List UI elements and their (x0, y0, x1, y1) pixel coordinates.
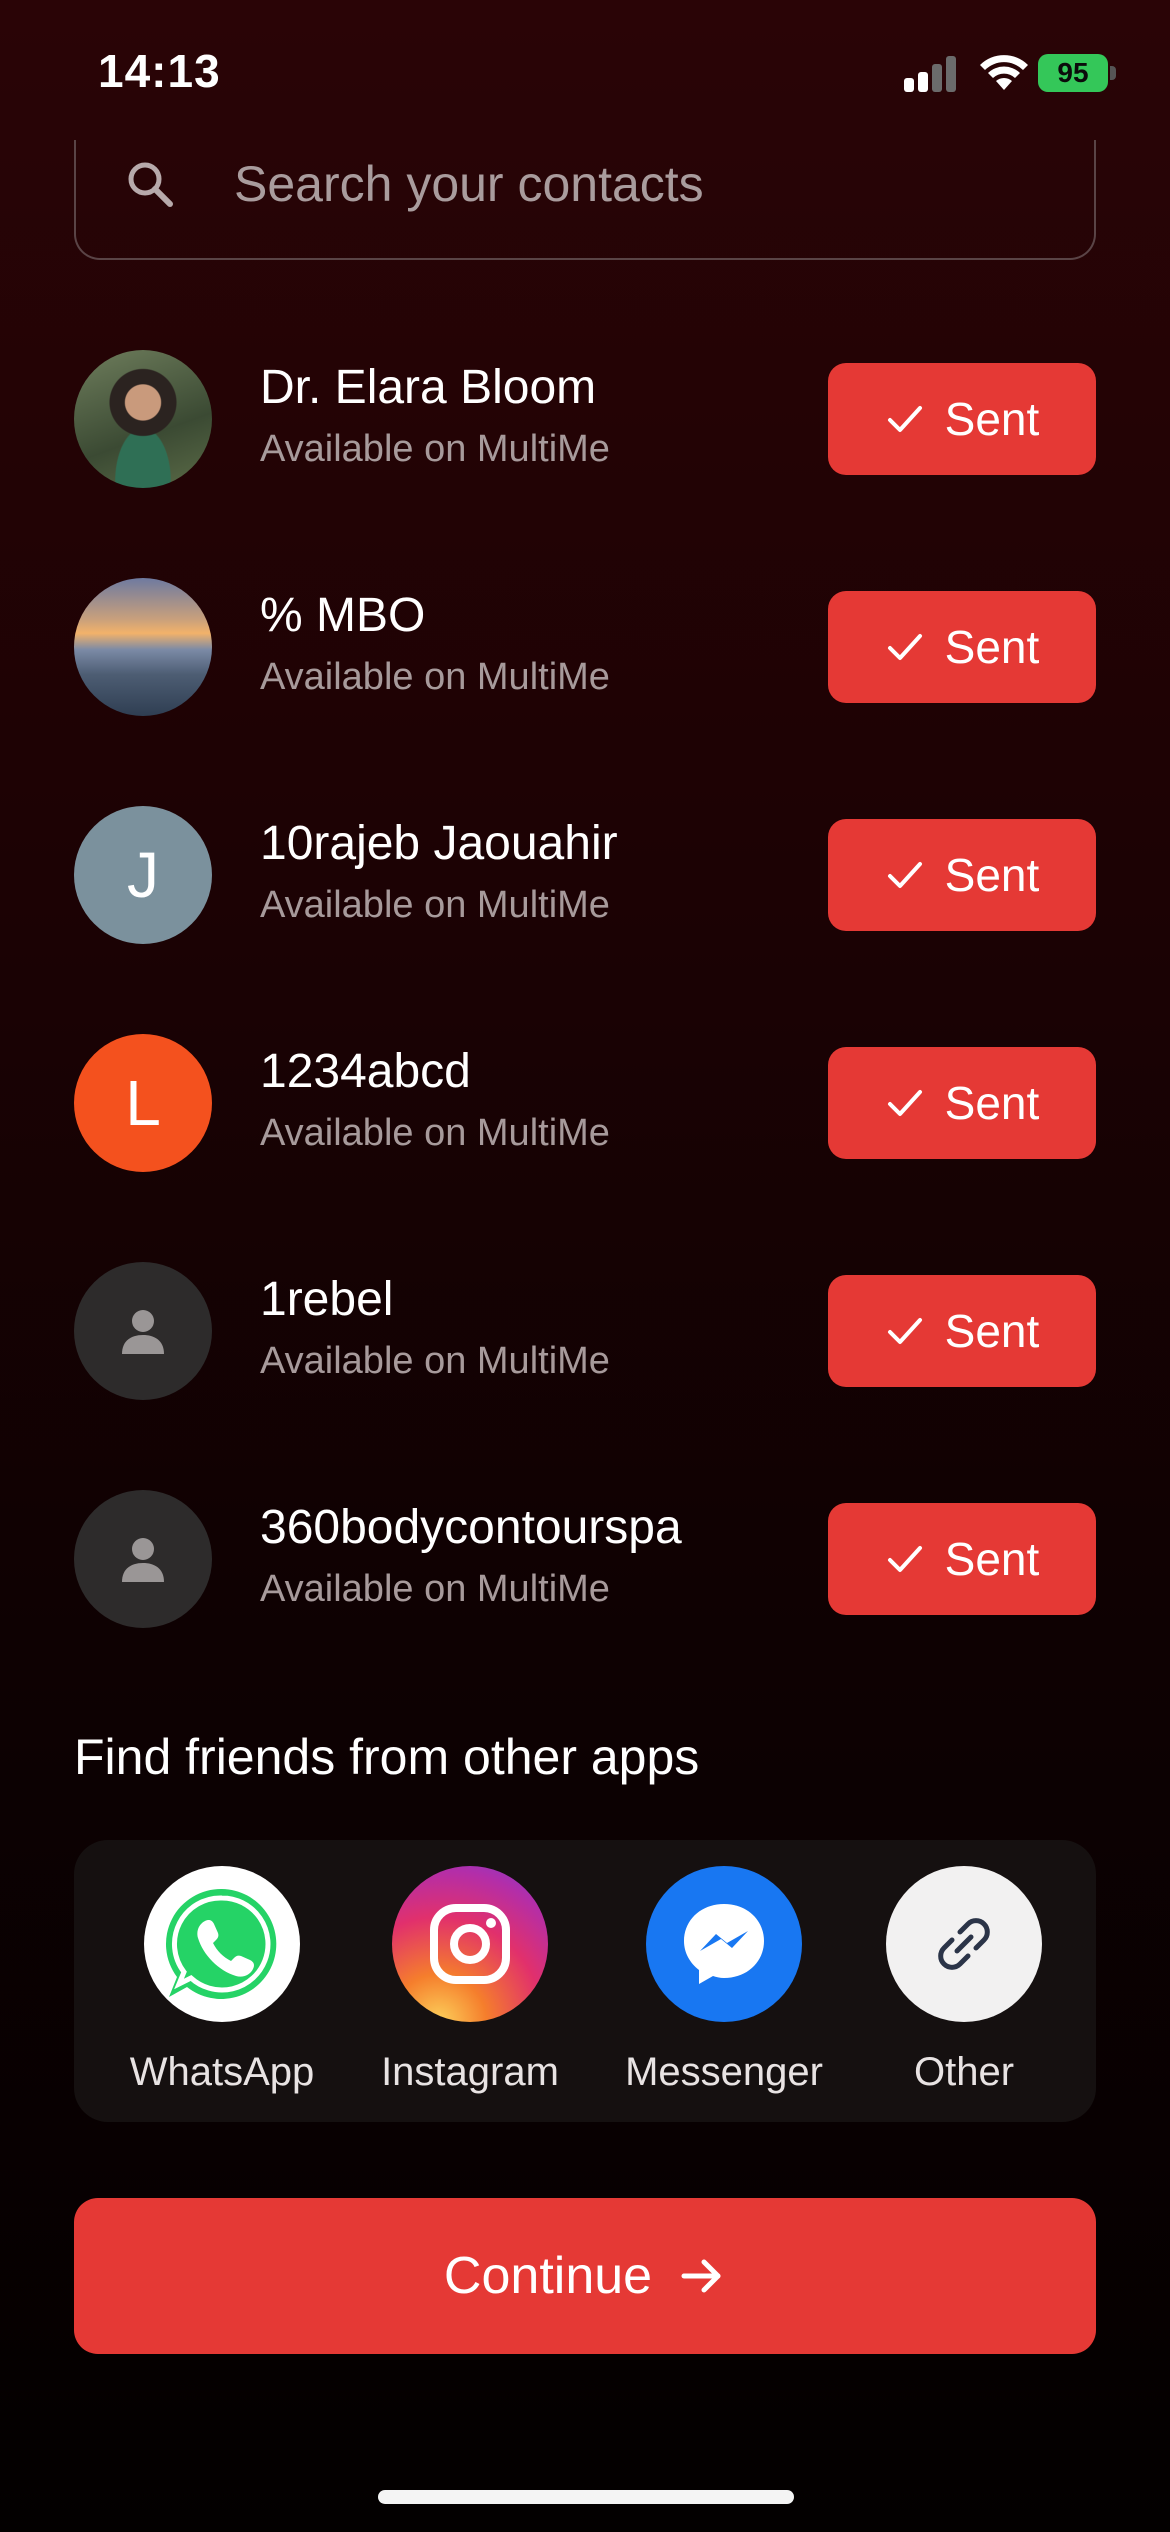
checkmark-icon (887, 862, 922, 888)
avatar-placeholder (74, 1262, 212, 1400)
contact-row: % MBO Available on MultiMe Sent (0, 578, 1170, 806)
battery-level: 95 (1057, 57, 1089, 88)
contact-availability: Available on MultiMe (260, 656, 610, 698)
sent-button[interactable]: Sent (828, 819, 1096, 931)
contact-availability: Available on MultiMe (260, 1112, 610, 1154)
contact-row: J 10rajeb Jaouahir Available on MultiMe … (0, 806, 1170, 1034)
battery-icon: 95 (1038, 54, 1108, 92)
sent-button[interactable]: Sent (828, 591, 1096, 703)
app-label: Other (913, 2050, 1015, 2094)
app-whatsapp[interactable]: WhatsApp (112, 1866, 332, 2095)
find-friends-title: Find friends from other apps (74, 1729, 700, 1785)
contact-name: Dr. Elara Bloom (260, 361, 597, 414)
messenger-icon (646, 1866, 802, 2022)
search-icon (128, 162, 173, 207)
contact-availability: Available on MultiMe (260, 1340, 610, 1382)
avatar-initial: L (74, 1034, 212, 1172)
cellular-signal-icon (904, 56, 960, 92)
sent-label: Sent (944, 1305, 1040, 1357)
instagram-icon (392, 1866, 548, 2022)
contact-availability: Available on MultiMe (260, 884, 610, 926)
sent-button[interactable]: Sent (828, 1503, 1096, 1615)
contact-name: 360bodycontourspa (260, 1501, 682, 1554)
sent-button[interactable]: Sent (828, 1275, 1096, 1387)
checkmark-icon (887, 1546, 922, 1572)
sent-label: Sent (944, 393, 1040, 445)
contact-name: % MBO (260, 589, 426, 642)
arrow-right-icon (681, 2259, 721, 2293)
continue-button[interactable]: Continue (74, 2198, 1096, 2354)
contact-list: Dr. Elara Bloom Available on MultiMe Sen… (0, 350, 1170, 1718)
link-icon (886, 1866, 1042, 2022)
sent-label: Sent (944, 1077, 1040, 1129)
contact-name: 10rajeb Jaouahir (260, 817, 618, 870)
search-box[interactable] (74, 140, 1096, 260)
checkmark-icon (887, 634, 922, 660)
wifi-icon (980, 55, 1028, 90)
app-other[interactable]: Other (854, 1866, 1074, 2095)
contact-row: 1rebel Available on MultiMe Sent (0, 1262, 1170, 1490)
app-label: Messenger (625, 2050, 823, 2094)
whatsapp-icon (144, 1866, 300, 2022)
contact-name: 1rebel (260, 1273, 394, 1326)
app-messenger[interactable]: Messenger (614, 1866, 834, 2095)
apps-card: WhatsApp Instagram Messenger Other (74, 1840, 1096, 2122)
contact-row: L 1234abcd Available on MultiMe Sent (0, 1034, 1170, 1262)
person-icon (122, 1310, 164, 1354)
status-bar: 14:13 95 (0, 0, 1170, 140)
checkmark-icon (887, 406, 922, 432)
app-label: WhatsApp (129, 2050, 315, 2094)
battery-cap (1110, 66, 1116, 80)
contact-availability: Available on MultiMe (260, 428, 610, 470)
app-instagram[interactable]: Instagram (360, 1866, 580, 2095)
avatar-photo (74, 350, 212, 488)
sent-button[interactable]: Sent (828, 363, 1096, 475)
sent-label: Sent (944, 849, 1040, 901)
sent-label: Sent (944, 1533, 1040, 1585)
checkmark-icon (887, 1318, 922, 1344)
sent-button[interactable]: Sent (828, 1047, 1096, 1159)
app-label: Instagram (381, 2050, 559, 2094)
search-input[interactable] (234, 152, 1054, 216)
contact-row: 360bodycontourspa Available on MultiMe S… (0, 1490, 1170, 1718)
avatar-photo (74, 578, 212, 716)
checkmark-icon (887, 1090, 922, 1116)
contact-name: 1234abcd (260, 1045, 471, 1098)
continue-label: Continue (443, 2247, 653, 2305)
status-time: 14:13 (98, 45, 221, 97)
avatar-initial: J (74, 806, 212, 944)
contact-availability: Available on MultiMe (260, 1568, 610, 1610)
sent-label: Sent (944, 621, 1040, 673)
contact-row: Dr. Elara Bloom Available on MultiMe Sen… (0, 350, 1170, 578)
avatar-placeholder (74, 1490, 212, 1628)
home-indicator (378, 2490, 794, 2504)
person-icon (122, 1538, 164, 1582)
